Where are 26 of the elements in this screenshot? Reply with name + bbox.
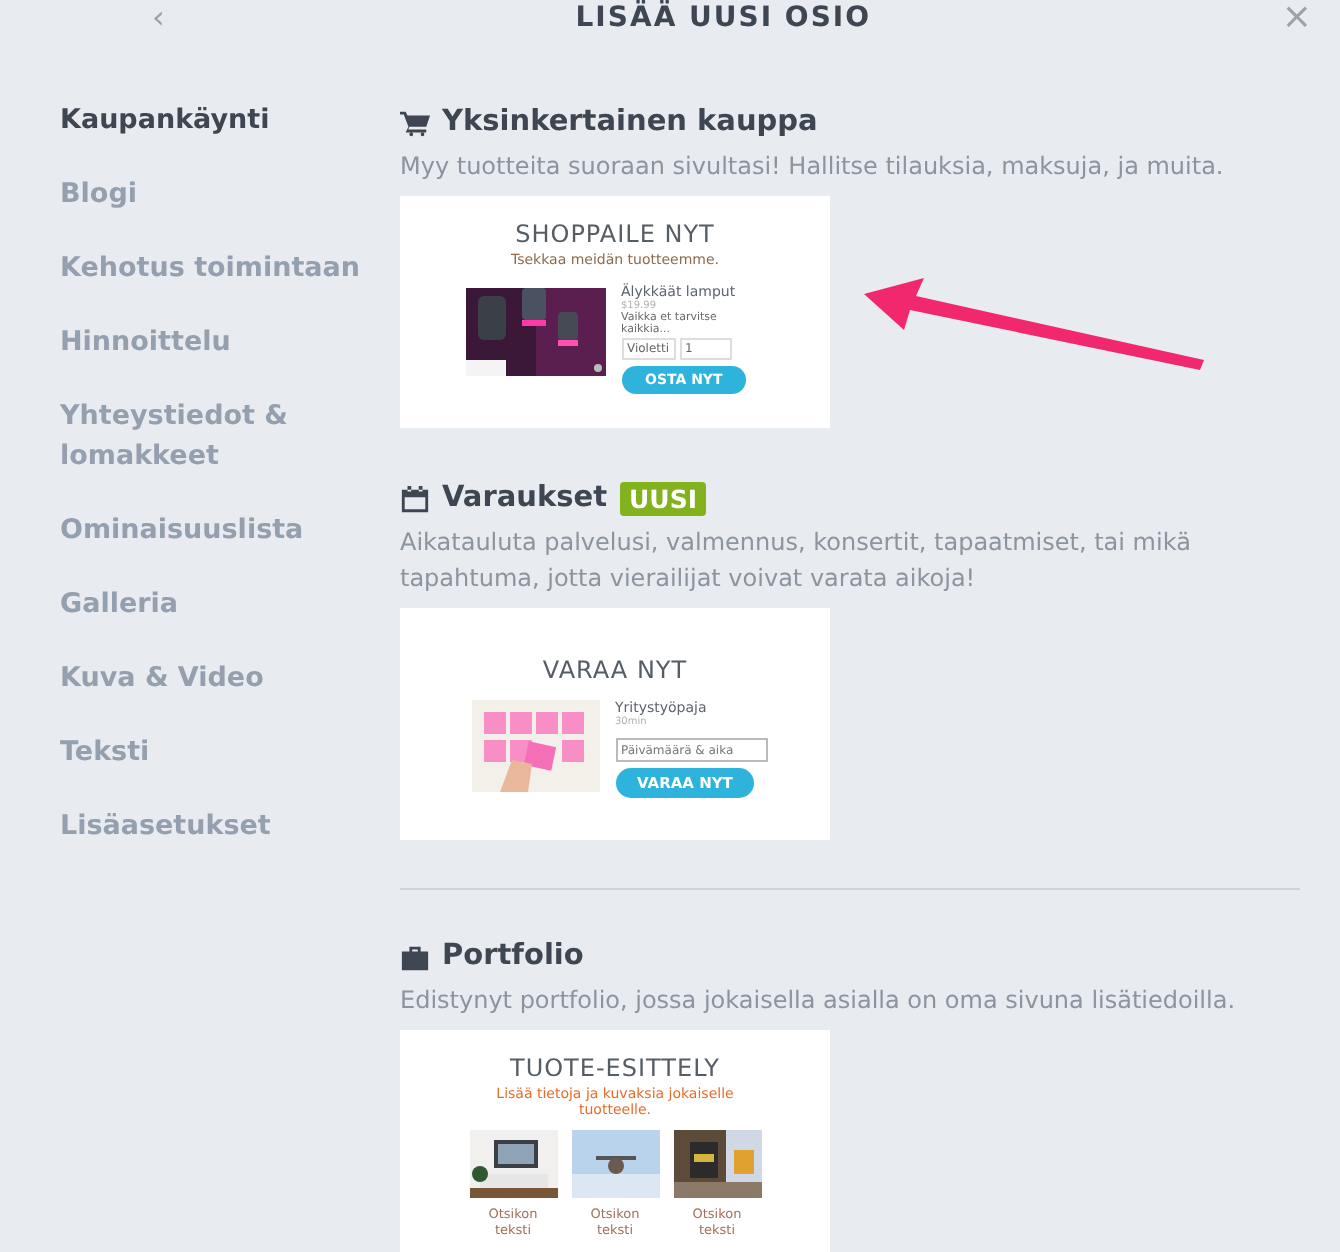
preview-title: SHOPPAILE NYT <box>515 220 715 248</box>
calendar-icon <box>400 483 430 513</box>
section-description: Aikatauluta palvelusi, valmennus, konsertit, tapaatmiset, tai mikä tapahtuma, jotta vierailijat voivat varata aikoja! <box>400 526 1193 596</box>
dialog-title: LISÄÄ UUSI OSIO <box>573 2 874 34</box>
section-title: Portfolio <box>442 940 584 972</box>
sidebar-item[interactable]: Galleria <box>60 584 400 624</box>
section-title: Varaukset <box>442 482 608 514</box>
sidebar-item[interactable]: Kehotus toimintaan <box>60 248 400 288</box>
bag-icon <box>400 941 430 971</box>
sidebar-item[interactable]: Lisäasetukset <box>60 806 400 846</box>
new-badge: UUSI <box>619 481 707 515</box>
sidebar-item[interactable]: Kaupankäynti <box>60 100 400 140</box>
sidebar-item[interactable]: Kuva & Video <box>60 658 400 698</box>
section-title: Yksinkertainen kauppa <box>442 106 818 138</box>
preview-title: TUOTE-ESITTELY <box>510 1054 720 1082</box>
sidebar-item[interactable]: Blogi <box>60 174 400 214</box>
sidebar-item[interactable]: Teksti <box>60 732 400 772</box>
close-button[interactable]: × <box>1281 2 1312 34</box>
section-description: Edistynyt portfolio, jossa jokaisella asialla on oma sivuna lisätiedoilla. <box>400 984 1238 1018</box>
preview-title: VARAA NYT <box>542 656 688 684</box>
sidebar-item[interactable]: Ominaisuuslista <box>60 510 400 550</box>
back-button[interactable]: ‹ <box>152 2 165 34</box>
sidebar-item[interactable]: Yhteystiedot & lomakkeet <box>60 396 400 476</box>
section-description: Myy tuotteita suoraan sivultasi! Hallitse tilauksia, maksuja, ja muita. <box>400 150 1226 184</box>
cart-icon <box>400 107 430 137</box>
sidebar-item[interactable]: Hinnoittelu <box>60 322 400 362</box>
